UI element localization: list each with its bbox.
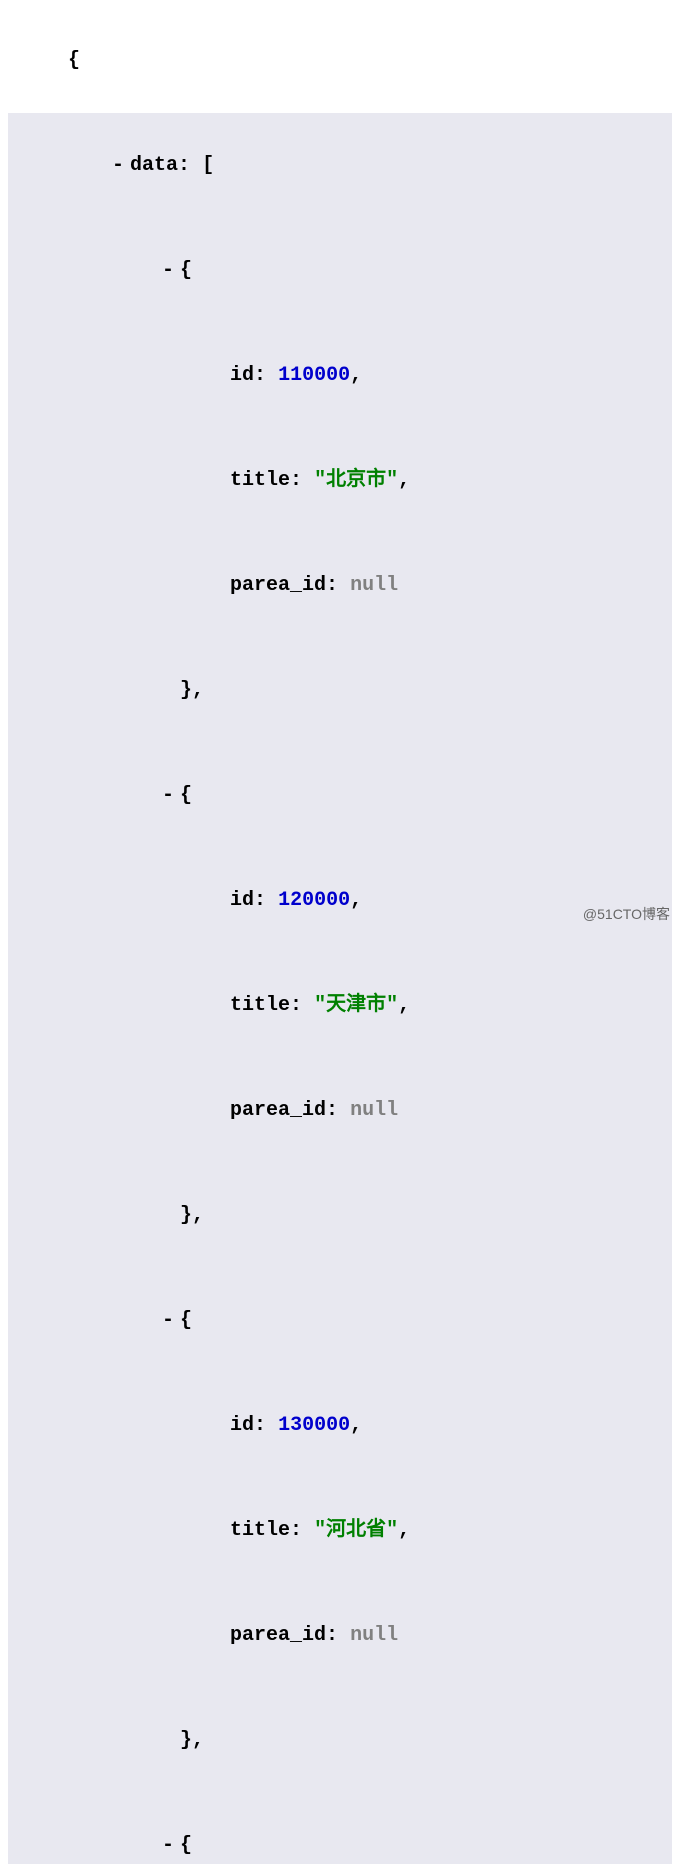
- collapse-toggle[interactable]: -: [162, 253, 180, 288]
- title-line: title: "河北省",: [8, 1478, 672, 1583]
- data-key-line: - data: [: [8, 113, 672, 218]
- value-title: "北京市": [314, 469, 398, 492]
- id-line: id: 120000,: [8, 848, 672, 953]
- value-id: 120000: [278, 889, 350, 912]
- key-parea: parea_id: [230, 1099, 326, 1122]
- watermark: @51CTO博客: [583, 902, 670, 927]
- data-key: data: [130, 154, 178, 177]
- object-open: - {: [8, 1793, 672, 1864]
- key-id: id: [230, 1414, 254, 1437]
- collapse-toggle[interactable]: -: [162, 778, 180, 813]
- key-title: title: [230, 994, 290, 1017]
- data-block: - data: [ - { id: 110000, title: "北京市", …: [8, 113, 672, 1864]
- key-id: id: [230, 889, 254, 912]
- id-line: id: 110000,: [8, 323, 672, 428]
- object-close: },: [8, 1163, 672, 1268]
- object-open: - {: [8, 1268, 672, 1373]
- json-viewer: { - data: [ - { id: 110000, title: "北京市"…: [8, 8, 672, 1864]
- collapse-toggle[interactable]: -: [162, 1303, 180, 1338]
- value-id: 130000: [278, 1414, 350, 1437]
- title-line: title: "北京市",: [8, 428, 672, 533]
- parea-line: parea_id: null: [8, 1058, 672, 1163]
- value-parea: null: [350, 1099, 398, 1122]
- value-title: "河北省": [314, 1519, 398, 1542]
- key-parea: parea_id: [230, 1624, 326, 1647]
- key-title: title: [230, 469, 290, 492]
- collapse-toggle[interactable]: -: [112, 148, 130, 183]
- bracket-open: [: [202, 154, 214, 177]
- id-line: id: 130000,: [8, 1373, 672, 1478]
- value-id: 110000: [278, 364, 350, 387]
- key-id: id: [230, 364, 254, 387]
- object-open: - {: [8, 218, 672, 323]
- root-open-brace: {: [8, 8, 672, 113]
- parea-line: parea_id: null: [8, 533, 672, 638]
- object-open: - {: [8, 743, 672, 848]
- object-close: },: [8, 638, 672, 743]
- key-parea: parea_id: [230, 574, 326, 597]
- value-parea: null: [350, 1624, 398, 1647]
- value-parea: null: [350, 574, 398, 597]
- object-close: },: [8, 1688, 672, 1793]
- title-line: title: "天津市",: [8, 953, 672, 1058]
- key-title: title: [230, 1519, 290, 1542]
- collapse-toggle[interactable]: -: [162, 1828, 180, 1863]
- parea-line: parea_id: null: [8, 1583, 672, 1688]
- value-title: "天津市": [314, 994, 398, 1017]
- brace-open: {: [68, 49, 80, 72]
